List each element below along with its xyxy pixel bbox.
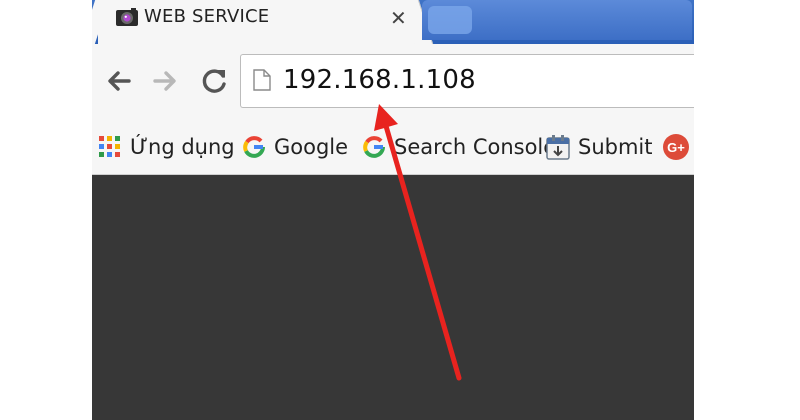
page-content — [92, 175, 694, 420]
browser-window: WEB SERVICE ✕ 192.168.1.108 Ứng dụng Goo… — [92, 0, 694, 420]
google-plus-icon: G+ — [663, 134, 689, 160]
page-icon — [253, 69, 271, 91]
bookmark-label: Search Console — [394, 135, 557, 159]
bookmark-submit[interactable]: Submit — [546, 130, 653, 164]
google-g-icon — [363, 136, 385, 158]
new-tab-button[interactable] — [428, 6, 472, 34]
tab-close-icon[interactable]: ✕ — [390, 6, 407, 30]
bookmark-label: Google — [274, 135, 349, 159]
google-g-icon — [243, 136, 265, 158]
back-arrow-icon[interactable] — [102, 64, 136, 98]
calendar-submit-icon — [546, 135, 570, 160]
tab-strip: WEB SERVICE ✕ — [92, 0, 694, 44]
tab-web-service[interactable]: WEB SERVICE ✕ — [98, 0, 415, 44]
reload-icon[interactable] — [198, 64, 232, 98]
forward-arrow-icon[interactable] — [148, 64, 182, 98]
address-bar[interactable]: 192.168.1.108 — [240, 54, 694, 108]
tab-title: WEB SERVICE — [144, 6, 270, 27]
bookmark-label: Ứng dụng — [130, 135, 235, 159]
address-text[interactable]: 192.168.1.108 — [283, 65, 476, 95]
bookmark-search-console[interactable]: Search Console — [362, 130, 556, 164]
bookmark-label: Submit — [578, 135, 653, 159]
bookmark-apps[interactable]: Ứng dụng — [98, 130, 235, 164]
bookmarks-bar: Ứng dụng Google Search Console Submit G+ — [92, 120, 694, 175]
svg-text:G+: G+ — [667, 140, 685, 155]
apps-grid-icon — [99, 136, 120, 157]
tab-inactive[interactable] — [422, 0, 692, 40]
bookmark-google[interactable]: Google — [242, 130, 348, 164]
camera-favicon-icon — [116, 8, 138, 26]
navigation-toolbar: 192.168.1.108 — [92, 44, 694, 121]
bookmark-google-plus[interactable]: G+ — [662, 130, 690, 164]
